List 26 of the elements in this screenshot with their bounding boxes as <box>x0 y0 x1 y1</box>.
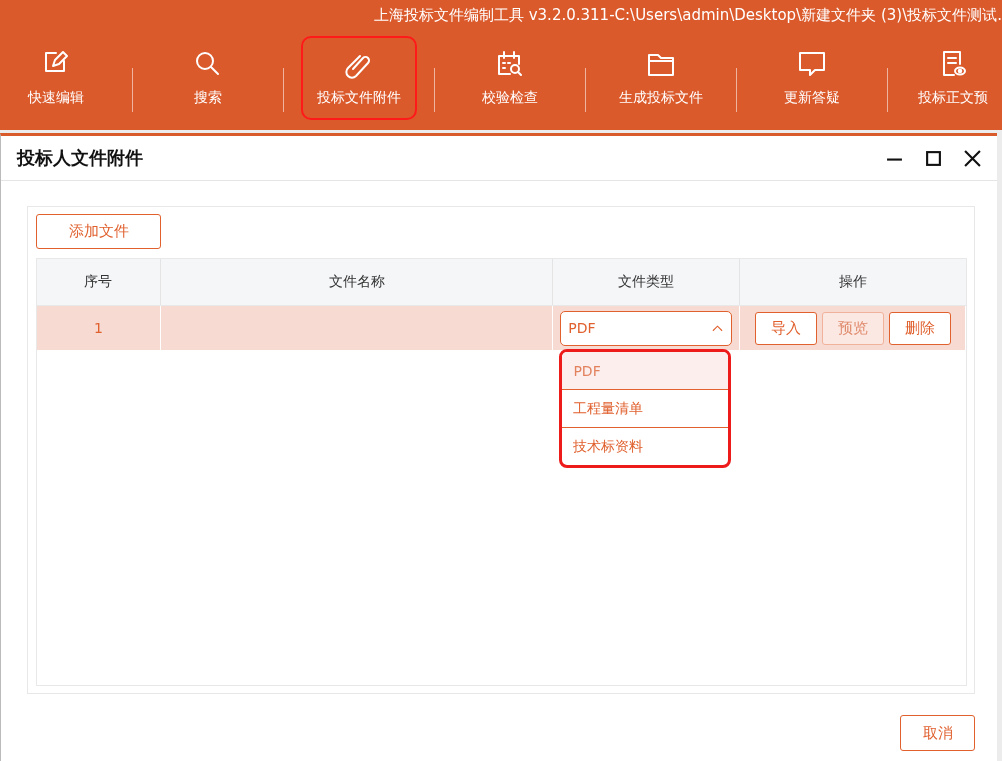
file-type-dropdown[interactable]: PDF <box>560 310 733 346</box>
toolbar-button[interactable]: 校验检查 <box>435 36 585 120</box>
toolbar-button[interactable]: 生成投标文件 <box>586 36 736 120</box>
column-header: 文件类型 <box>553 259 741 305</box>
dropdown-option[interactable]: 技术标资料 <box>562 428 729 465</box>
toolbar-button[interactable]: 更新答疑 <box>737 36 887 120</box>
action-button[interactable]: 删除 <box>889 311 952 345</box>
toolbar-button[interactable]: 快速编辑 <box>0 36 112 120</box>
maximize-icon[interactable] <box>925 149 942 167</box>
add-file-button[interactable]: 添加文件 <box>36 214 161 249</box>
toolbar-button[interactable]: 投标文件附件 <box>301 36 417 120</box>
cancel-button[interactable]: 取消 <box>900 715 975 751</box>
toolbar-button[interactable]: 搜索 <box>133 36 283 120</box>
column-header: 序号 <box>37 259 161 305</box>
table-cell: 1 <box>37 306 161 350</box>
close-icon[interactable] <box>964 149 981 167</box>
calendar-search-icon <box>495 49 525 79</box>
dropdown-option[interactable]: PDF <box>562 352 729 390</box>
action-button[interactable]: 导入 <box>755 311 818 345</box>
chat-bubble-icon <box>797 49 827 79</box>
app-title: 上海投标文件编制工具 v3.2.0.311-C:\Users\admin\Desktop\新建文件夹 (3)\投标文件测试. <box>373 5 1002 26</box>
toolbar-button[interactable]: 投标正文预 <box>888 36 1002 120</box>
dialog-title: 投标人文件附件 <box>17 146 143 170</box>
column-header: 操作 <box>838 272 869 291</box>
dropdown-option[interactable]: 工程量清单 <box>562 390 729 428</box>
column-header: 文件名称 <box>160 259 554 305</box>
